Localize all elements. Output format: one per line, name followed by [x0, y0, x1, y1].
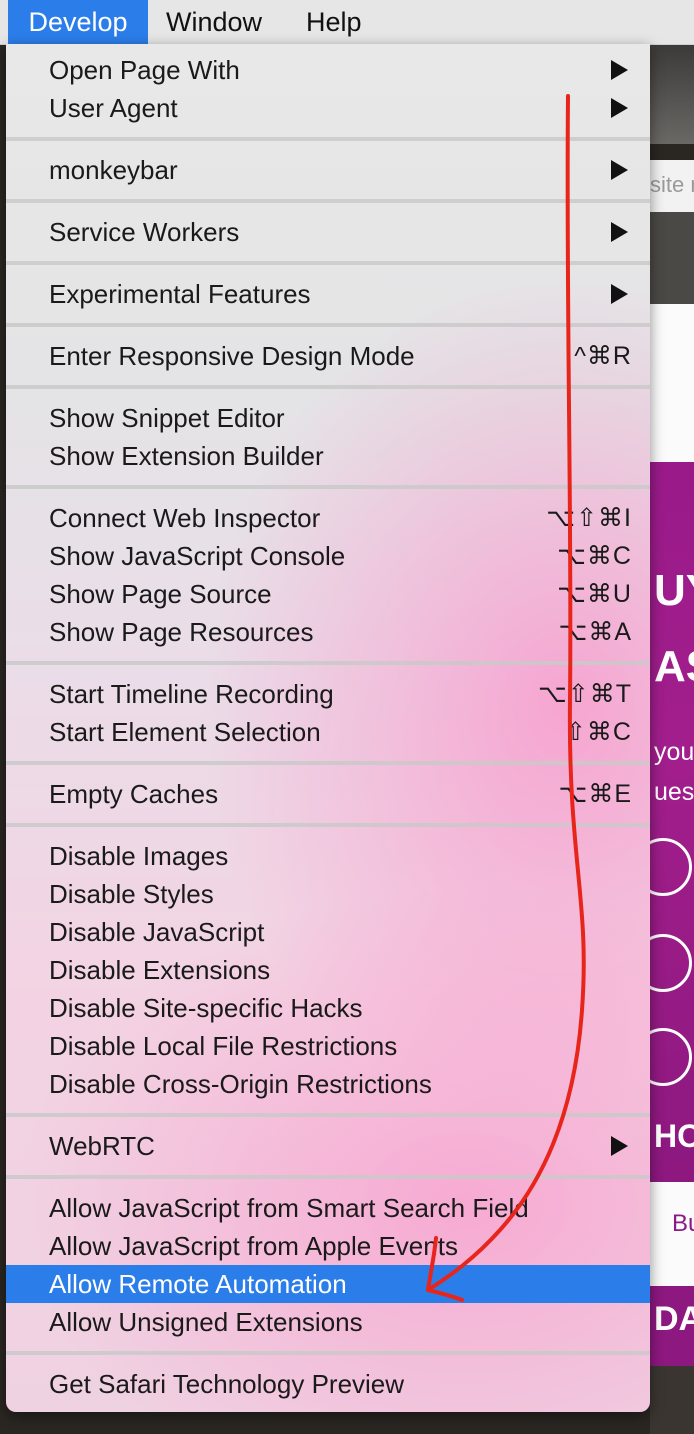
menu-item-shortcut: ⌥⌘U: [557, 580, 632, 608]
background-text-4: Bu: [672, 1210, 694, 1237]
menu-separator: [6, 485, 650, 489]
background-text-5: DA: [654, 1300, 694, 1338]
menu-item-label: User Agent: [49, 93, 178, 123]
menu-item-label: Connect Web Inspector: [49, 503, 321, 533]
menubar-help[interactable]: Help: [306, 0, 362, 44]
menu-item-user-agent[interactable]: User Agent: [6, 89, 650, 127]
menu-item-allow-js-smart-search-field[interactable]: Allow JavaScript from Smart Search Field: [6, 1189, 650, 1227]
menu-item-label: Experimental Features: [49, 279, 311, 309]
menu-item-label: Disable Styles: [49, 879, 214, 909]
menu-separator: [6, 1351, 650, 1355]
menu-item-shortcut: ⌥⌘C: [557, 542, 632, 570]
menu-separator: [6, 1113, 650, 1117]
menu-item-allow-remote-automation[interactable]: Allow Remote Automation: [6, 1265, 650, 1303]
menu-item-show-extension-builder[interactable]: Show Extension Builder: [6, 437, 650, 475]
submenu-arrow-icon: [611, 1136, 628, 1156]
menu-item-label: Allow Unsigned Extensions: [49, 1307, 363, 1337]
menu-item-label: Empty Caches: [49, 779, 219, 809]
menu-item-label: monkeybar: [49, 155, 178, 185]
menu-item-service-workers[interactable]: Service Workers: [6, 213, 650, 251]
develop-menu: Open Page With User Agent monkeybar Serv…: [6, 44, 650, 1412]
menu-item-label: Disable Extensions: [49, 955, 271, 985]
submenu-arrow-icon: [611, 98, 628, 118]
menu-separator: [6, 385, 650, 389]
menu-item-shortcut: ⌥⌘A: [558, 618, 632, 646]
menu-item-label: Start Element Selection: [49, 717, 321, 747]
menu-item-webrtc[interactable]: WebRTC: [6, 1127, 650, 1165]
menu-item-disable-styles[interactable]: Disable Styles: [6, 875, 650, 913]
menu-item-show-javascript-console[interactable]: Show JavaScript Console ⌥⌘C: [6, 537, 650, 575]
menu-separator: [6, 261, 650, 265]
menu-item-label: Get Safari Technology Preview: [49, 1369, 405, 1399]
submenu-arrow-icon: [611, 284, 628, 304]
background-headline-2: AS: [654, 642, 694, 691]
menu-item-start-timeline-recording[interactable]: Start Timeline Recording ⌥⇧⌘T: [6, 675, 650, 713]
menu-item-disable-javascript[interactable]: Disable JavaScript: [6, 913, 650, 951]
menu-separator: [6, 323, 650, 327]
menu-item-label: Open Page With: [49, 55, 240, 85]
menu-item-label: Allow Remote Automation: [49, 1269, 347, 1299]
menu-item-label: WebRTC: [49, 1131, 155, 1161]
menu-item-allow-js-apple-events[interactable]: Allow JavaScript from Apple Events: [6, 1227, 650, 1265]
background-text-1: you': [654, 738, 694, 766]
menu-item-disable-images[interactable]: Disable Images: [6, 837, 650, 875]
submenu-arrow-icon: [611, 60, 628, 80]
menu-separator: [6, 661, 650, 665]
background-address-text: site r: [650, 172, 694, 197]
menu-item-label: Disable Cross-Origin Restrictions: [49, 1069, 432, 1099]
menu-item-shortcut: ⌥⌘E: [558, 780, 632, 808]
menu-separator: [6, 823, 650, 827]
background-footer: [650, 1366, 694, 1434]
menu-item-show-page-source[interactable]: Show Page Source ⌥⌘U: [6, 575, 650, 613]
menu-item-shortcut: ⇧⌘C: [564, 718, 632, 746]
background-page-header: [650, 44, 694, 144]
menu-separator: [6, 137, 650, 141]
menu-item-label: Show JavaScript Console: [49, 541, 346, 571]
background-text-3: HO: [654, 1118, 694, 1154]
menu-item-empty-caches[interactable]: Empty Caches ⌥⌘E: [6, 775, 650, 813]
menu-item-connect-web-inspector[interactable]: Connect Web Inspector ⌥⇧⌘I: [6, 499, 650, 537]
menubar-develop[interactable]: Develop: [8, 0, 148, 44]
menu-item-label: Start Timeline Recording: [49, 679, 334, 709]
menu-item-open-page-with[interactable]: Open Page With: [6, 51, 650, 89]
menu-item-label: Disable Site-specific Hacks: [49, 993, 363, 1023]
submenu-arrow-icon: [611, 222, 628, 242]
menu-item-label: Show Page Source: [49, 579, 272, 609]
menu-item-label: Disable JavaScript: [49, 917, 265, 947]
menu-item-start-element-selection[interactable]: Start Element Selection ⇧⌘C: [6, 713, 650, 751]
menu-separator: [6, 199, 650, 203]
menu-separator: [6, 761, 650, 765]
menu-item-label: Enter Responsive Design Mode: [49, 341, 415, 371]
menu-item-experimental-features[interactable]: Experimental Features: [6, 275, 650, 313]
background-page-area: [650, 304, 694, 462]
menu-item-get-safari-technology-preview[interactable]: Get Safari Technology Preview: [6, 1365, 650, 1403]
menu-item-label: Show Extension Builder: [49, 441, 324, 471]
menu-item-label: Allow JavaScript from Smart Search Field: [49, 1193, 529, 1223]
menu-item-label: Disable Local File Restrictions: [49, 1031, 398, 1061]
menu-item-shortcut: ⌥⇧⌘I: [546, 504, 632, 532]
menu-item-disable-site-specific-hacks[interactable]: Disable Site-specific Hacks: [6, 989, 650, 1027]
menu-item-show-snippet-editor[interactable]: Show Snippet Editor: [6, 399, 650, 437]
submenu-arrow-icon: [611, 160, 628, 180]
background-headline-1: UY: [654, 566, 694, 615]
background-text-2: uest: [654, 778, 694, 806]
menu-item-shortcut: ^⌘R: [574, 342, 632, 370]
menu-item-label: Allow JavaScript from Apple Events: [49, 1231, 458, 1261]
menu-item-label: Show Page Resources: [49, 617, 314, 647]
menu-item-disable-extensions[interactable]: Disable Extensions: [6, 951, 650, 989]
menu-bar: Develop Window Help: [0, 0, 694, 45]
menubar-window[interactable]: Window: [166, 0, 262, 44]
menu-item-label: Show Snippet Editor: [49, 403, 285, 433]
menu-item-disable-cross-origin-restrictions[interactable]: Disable Cross-Origin Restrictions: [6, 1065, 650, 1103]
menu-item-allow-unsigned-extensions[interactable]: Allow Unsigned Extensions: [6, 1303, 650, 1341]
menu-item-show-page-resources[interactable]: Show Page Resources ⌥⌘A: [6, 613, 650, 651]
background-band: [650, 212, 694, 304]
menu-separator: [6, 1175, 650, 1179]
menu-item-shortcut: ⌥⇧⌘T: [537, 680, 632, 708]
menu-item-label: Disable Images: [49, 841, 229, 871]
menu-item-disable-local-file-restrictions[interactable]: Disable Local File Restrictions: [6, 1027, 650, 1065]
menu-item-responsive-design-mode[interactable]: Enter Responsive Design Mode ^⌘R: [6, 337, 650, 375]
menu-item-monkeybar[interactable]: monkeybar: [6, 151, 650, 189]
menu-item-label: Service Workers: [49, 217, 240, 247]
